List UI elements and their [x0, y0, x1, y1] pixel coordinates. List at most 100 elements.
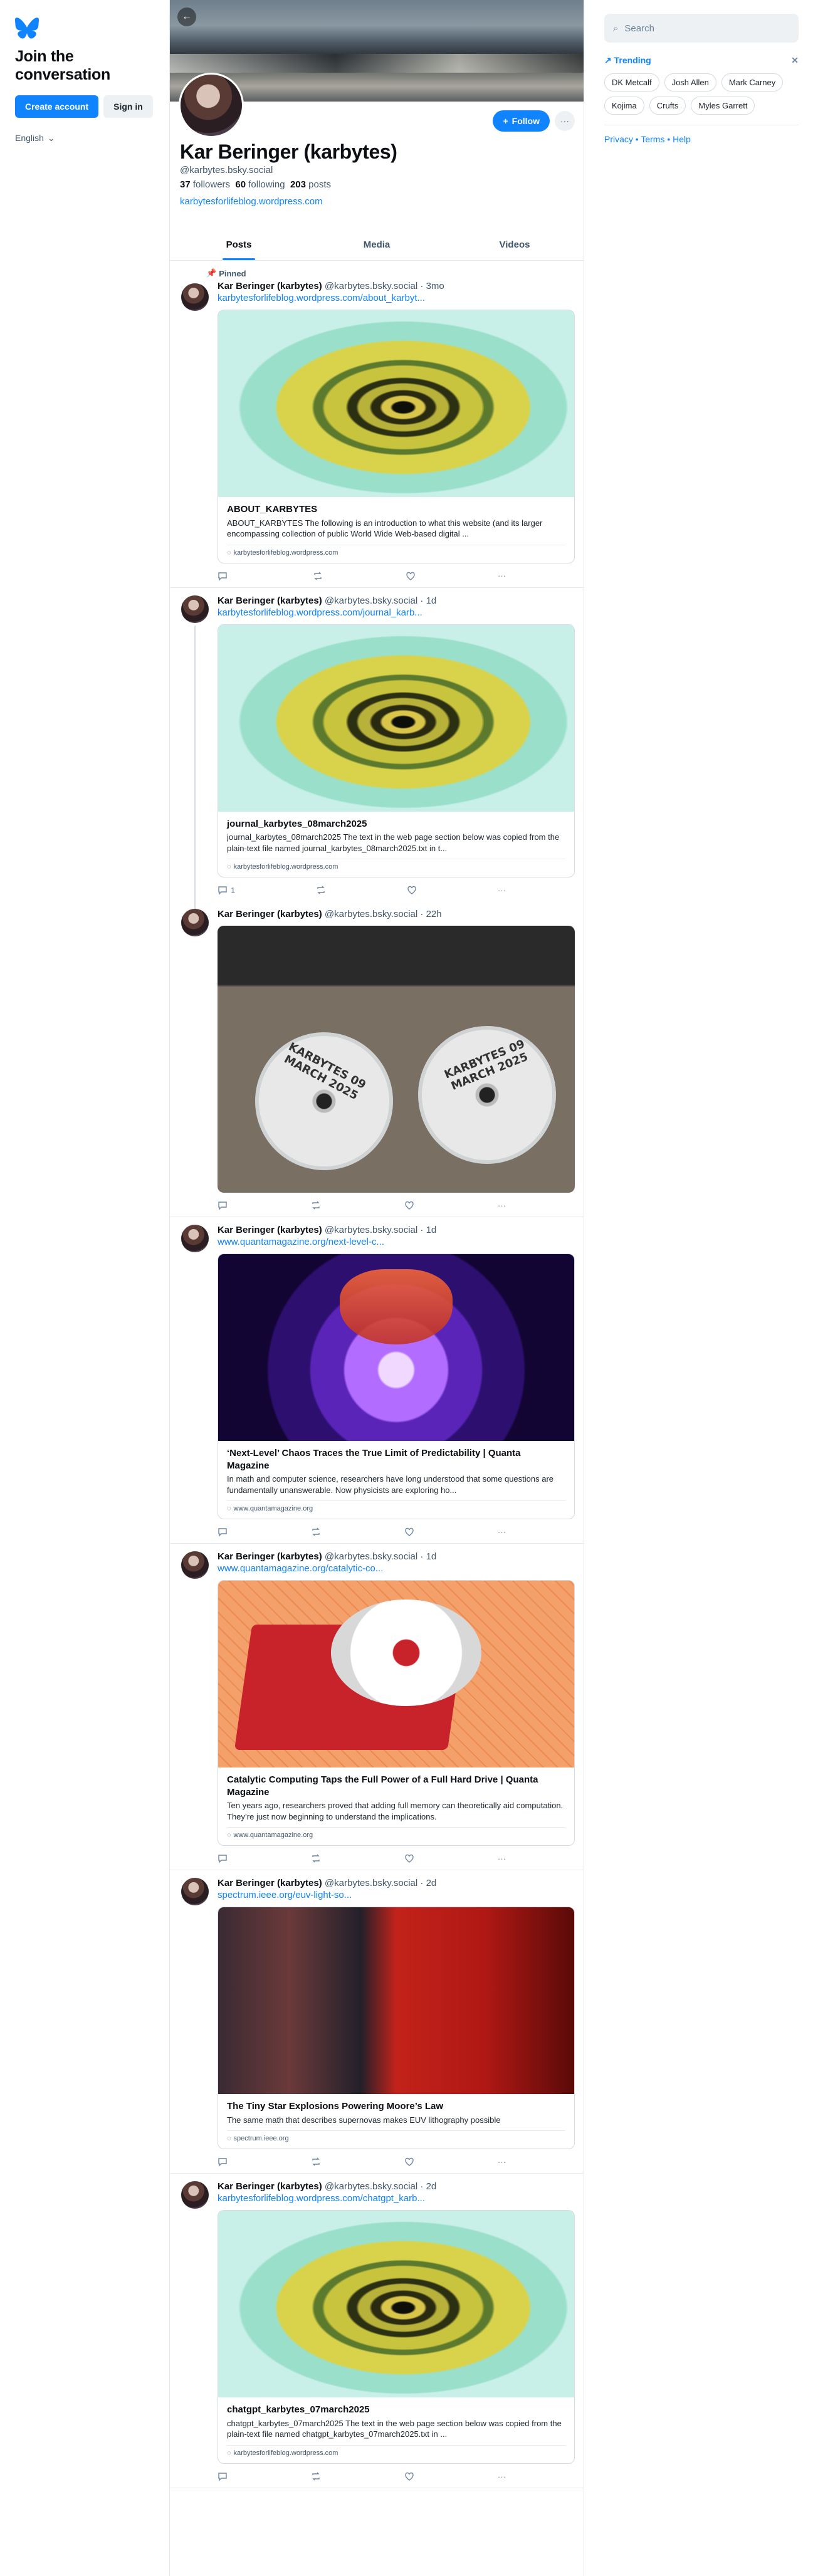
post-author-name[interactable]: Kar Beringer (karbytes) — [218, 2181, 322, 2192]
post-time[interactable]: · 22h — [420, 909, 441, 919]
post-avatar[interactable] — [181, 1225, 209, 1253]
footer-links[interactable]: Privacy • Terms • Help — [604, 134, 799, 144]
search-input[interactable]: ⌕ Search — [604, 14, 799, 43]
post-item[interactable]: Kar Beringer (karbytes) @karbytes.bsky.s… — [170, 1870, 584, 2174]
tab-videos[interactable]: Videos — [446, 229, 584, 260]
post-item[interactable]: Kar Beringer (karbytes) @karbytes.bsky.s… — [170, 1217, 584, 1544]
post-author-name[interactable]: Kar Beringer (karbytes) — [218, 1551, 322, 1562]
post-avatar[interactable] — [181, 909, 209, 937]
post-item[interactable]: 📌 Pinned Kar Beringer (karbytes) @karbyte… — [170, 261, 584, 588]
post-more-button[interactable]: ··· — [498, 1853, 506, 1863]
language-selector[interactable]: English ⌄ — [15, 133, 154, 144]
like-button[interactable] — [404, 2157, 414, 2167]
post-item[interactable]: Kar Beringer (karbytes) @karbytes.bsky.s… — [170, 901, 584, 1218]
create-account-button[interactable]: Create account — [15, 95, 99, 118]
repost-button[interactable] — [313, 571, 323, 581]
like-button[interactable] — [407, 885, 417, 895]
disc-left: KARBYTES 09 MARCH 2025 — [255, 1032, 393, 1171]
profile-website-link[interactable]: karbytesforlifeblog.wordpress.com — [180, 196, 574, 207]
trending-chip[interactable]: Crufts — [649, 97, 686, 115]
post-more-button[interactable]: ··· — [498, 1527, 506, 1537]
post-more-button[interactable]: ··· — [498, 885, 506, 895]
post-more-button[interactable]: ··· — [498, 1200, 506, 1210]
repost-button[interactable] — [311, 2157, 321, 2167]
trending-chip[interactable]: Mark Carney — [721, 73, 784, 92]
link-card[interactable]: Catalytic Computing Taps the Full Power … — [218, 1580, 575, 1846]
bluesky-logo-icon[interactable] — [15, 18, 39, 39]
link-card[interactable]: The Tiny Star Explosions Powering Moore’… — [218, 1907, 575, 2150]
like-button[interactable] — [404, 1200, 414, 1210]
post-item[interactable]: Kar Beringer (karbytes) @karbytes.bsky.s… — [170, 2174, 584, 2489]
post-time[interactable]: · 1d — [420, 1551, 436, 1562]
repost-button[interactable] — [311, 2471, 321, 2481]
trending-chip[interactable]: Josh Allen — [664, 73, 716, 92]
post-avatar[interactable] — [181, 595, 209, 623]
post-time[interactable]: · 2d — [420, 2181, 436, 2192]
repost-icon — [317, 886, 325, 894]
card-image — [218, 1907, 574, 2095]
reply-button[interactable] — [218, 1527, 228, 1537]
post-author-name[interactable]: Kar Beringer (karbytes) — [218, 909, 322, 919]
post-avatar[interactable] — [181, 1551, 209, 1579]
repost-button[interactable] — [311, 1200, 321, 1210]
like-button[interactable] — [404, 1853, 414, 1863]
post-photo[interactable]: KARBYTES 09 MARCH 2025 KARBYTES 09 MARCH… — [218, 926, 575, 1193]
repost-button[interactable] — [316, 885, 326, 895]
post-item[interactable]: Kar Beringer (karbytes) @karbytes.bsky.s… — [170, 588, 584, 909]
reply-icon — [218, 1855, 227, 1864]
sign-in-button[interactable]: Sign in — [103, 95, 153, 118]
reply-button[interactable]: 1 — [218, 885, 235, 895]
post-avatar[interactable] — [181, 283, 209, 311]
post-more-button[interactable]: ··· — [498, 2157, 506, 2167]
ellipsis-icon: ··· — [498, 2157, 506, 2167]
reply-button[interactable] — [218, 1853, 228, 1864]
post-time[interactable]: · 3mo — [420, 281, 444, 291]
more-options-icon[interactable]: ··· — [555, 111, 575, 131]
trending-chip[interactable]: Myles Garrett — [691, 97, 755, 115]
reply-button[interactable] — [218, 571, 231, 581]
link-card[interactable]: ‘Next-Level’ Chaos Traces the True Limit… — [218, 1254, 575, 1520]
trending-chip[interactable]: Kojima — [604, 97, 644, 115]
post-avatar[interactable] — [181, 2181, 209, 2209]
following-link[interactable]: 60 following — [235, 179, 285, 190]
link-card[interactable]: journal_karbytes_08march2025 journal_kar… — [218, 624, 575, 878]
link-card[interactable]: chatgpt_karbytes_07march2025 chatgpt_kar… — [218, 2210, 575, 2464]
reply-button[interactable] — [218, 2157, 228, 2167]
post-link[interactable]: karbytesforlifeblog.wordpress.com/chatgp… — [218, 2193, 574, 2204]
post-avatar[interactable] — [181, 1878, 209, 1906]
post-time[interactable]: · 1d — [420, 595, 436, 606]
post-item[interactable]: Kar Beringer (karbytes) @karbytes.bsky.s… — [170, 1544, 584, 1871]
link-card[interactable]: ABOUT_KARBYTES ABOUT_KARBYTES The follow… — [218, 310, 575, 563]
close-icon[interactable]: ✕ — [791, 55, 799, 66]
like-button[interactable] — [406, 571, 416, 581]
post-header: Kar Beringer (karbytes) @karbytes.bsky.s… — [218, 1878, 574, 1888]
reply-icon — [218, 1528, 227, 1537]
post-author-name[interactable]: Kar Beringer (karbytes) — [218, 1878, 322, 1888]
heart-icon — [405, 2472, 414, 2481]
post-more-button[interactable]: ··· — [498, 2471, 506, 2481]
like-button[interactable] — [404, 1527, 414, 1537]
post-link[interactable]: karbytesforlifeblog.wordpress.com/journa… — [218, 607, 574, 618]
post-author-name[interactable]: Kar Beringer (karbytes) — [218, 595, 322, 606]
profile-avatar[interactable] — [179, 73, 244, 138]
back-arrow-icon[interactable]: ← — [177, 8, 196, 26]
tab-posts[interactable]: Posts — [170, 229, 308, 260]
post-time[interactable]: · 1d — [420, 1225, 436, 1235]
like-button[interactable] — [404, 2471, 414, 2481]
repost-button[interactable] — [311, 1527, 321, 1537]
post-link[interactable]: spectrum.ieee.org/euv-light-so... — [218, 1890, 574, 1900]
tab-media[interactable]: Media — [308, 229, 446, 260]
follow-button[interactable]: + Follow — [493, 110, 550, 132]
reply-button[interactable] — [218, 2471, 228, 2481]
post-link[interactable]: www.quantamagazine.org/next-level-c... — [218, 1237, 574, 1247]
post-link[interactable]: www.quantamagazine.org/catalytic-co... — [218, 1563, 574, 1574]
post-author-name[interactable]: Kar Beringer (karbytes) — [218, 1225, 322, 1235]
post-link[interactable]: karbytesforlifeblog.wordpress.com/about_… — [218, 293, 574, 303]
trending-chip[interactable]: DK Metcalf — [604, 73, 659, 92]
post-author-name[interactable]: Kar Beringer (karbytes) — [218, 281, 322, 291]
post-more-button[interactable]: ··· — [498, 571, 506, 581]
post-time[interactable]: · 2d — [420, 1878, 436, 1888]
followers-link[interactable]: 37 followers — [180, 179, 230, 190]
reply-button[interactable] — [218, 1200, 228, 1210]
repost-button[interactable] — [311, 1853, 321, 1863]
